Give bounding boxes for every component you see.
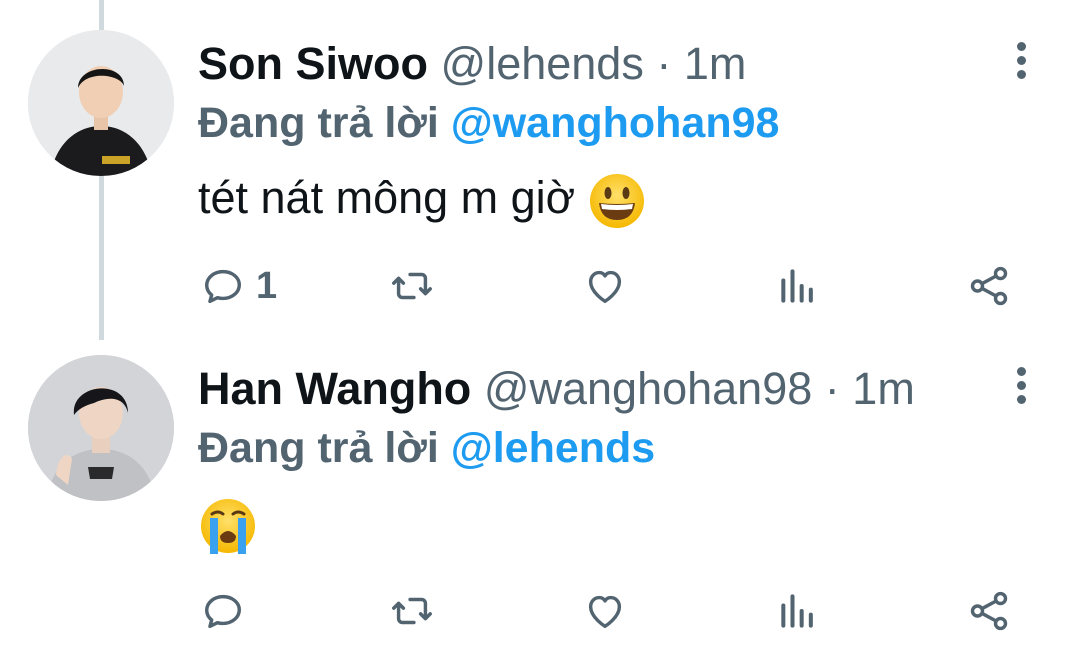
tweet-header: Son Siwoo @lehends · 1m	[198, 38, 746, 90]
reply-button[interactable]: 1	[200, 258, 277, 314]
analytics-button[interactable]	[776, 258, 820, 314]
avatar-image	[28, 30, 174, 176]
retweet-icon	[392, 597, 432, 625]
replying-to: Đang trả lời @wanghohan98	[198, 98, 779, 148]
reply-icon	[204, 594, 242, 629]
timestamp[interactable]: 1m	[684, 38, 747, 89]
like-icon	[588, 595, 622, 629]
avatar-image	[28, 355, 174, 501]
analytics-button[interactable]	[776, 583, 820, 639]
mention-link[interactable]: @lehends	[451, 424, 655, 472]
like-button[interactable]	[582, 258, 628, 314]
replying-to-label: Đang trả lời	[198, 424, 439, 472]
tweet-actions: 1	[0, 258, 1080, 314]
tweet-text-content: tét nát mông m giờ	[198, 172, 576, 223]
user-handle[interactable]: @lehends	[441, 38, 644, 89]
more-options-icon[interactable]	[1008, 42, 1034, 82]
more-options-icon[interactable]	[1008, 367, 1034, 407]
like-button[interactable]	[582, 583, 628, 639]
tweet-actions	[0, 583, 1080, 639]
share-button[interactable]	[966, 583, 1012, 639]
reply-icon	[204, 269, 242, 304]
like-icon	[588, 270, 622, 304]
analytics-icon	[781, 594, 813, 628]
share-icon	[970, 591, 1008, 631]
share-button[interactable]	[966, 258, 1012, 314]
avatar[interactable]	[28, 30, 174, 176]
mention-link[interactable]: @wanghohan98	[451, 99, 780, 147]
grinning-face-emoji-icon	[589, 174, 644, 229]
reply-count: 1	[256, 264, 278, 307]
user-handle[interactable]: @wanghohan98	[484, 363, 812, 414]
retweet-button[interactable]	[388, 258, 436, 314]
tweet-text	[198, 495, 258, 556]
tweet[interactable]: Son Siwoo @lehends · 1m Đang trả lời @wa…	[0, 0, 1080, 325]
display-name[interactable]: Son Siwoo	[198, 38, 428, 89]
retweet-icon	[392, 272, 432, 300]
separator-dot: ·	[656, 38, 672, 89]
separator-dot: ·	[824, 363, 840, 414]
tweet-text: tét nát mông m giờ	[198, 170, 646, 230]
timestamp[interactable]: 1m	[852, 363, 915, 414]
reply-button[interactable]	[200, 583, 256, 639]
replying-to: Đang trả lời @lehends	[198, 423, 655, 473]
tweet[interactable]: Han Wangho @wanghohan98 · 1m Đang trả lờ…	[0, 325, 1080, 650]
avatar[interactable]	[28, 355, 174, 501]
replying-to-label: Đang trả lời	[198, 99, 439, 147]
retweet-button[interactable]	[388, 583, 436, 639]
display-name[interactable]: Han Wangho	[198, 363, 471, 414]
loudly-crying-face-emoji-icon	[201, 499, 255, 555]
analytics-icon	[781, 269, 813, 303]
share-icon	[970, 266, 1008, 306]
tweet-header: Han Wangho @wanghohan98 · 1m	[198, 363, 915, 415]
